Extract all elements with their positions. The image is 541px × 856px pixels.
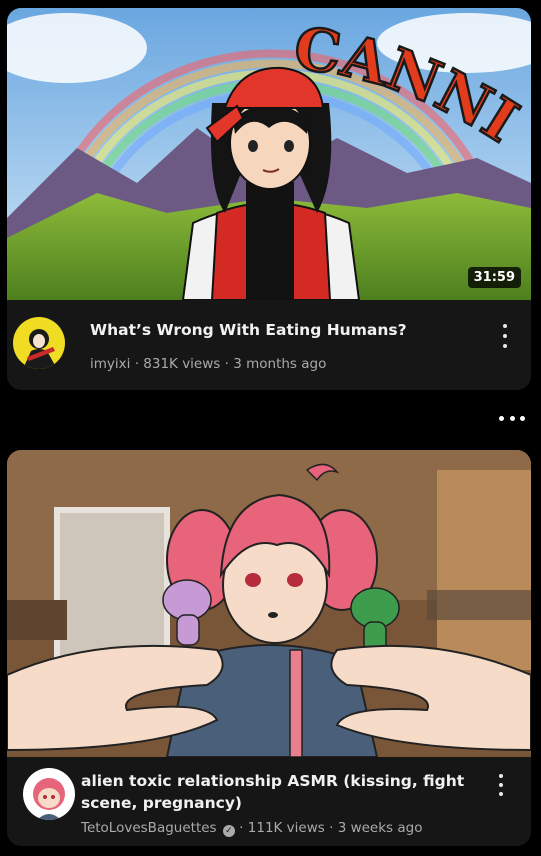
meta-separator: · <box>329 820 334 836</box>
upload-age: 3 weeks ago <box>337 820 423 836</box>
meta-separator: · <box>224 356 229 372</box>
video-thumbnail[interactable]: CANNIBALISM 31:59 <box>7 8 531 300</box>
upload-age: 3 months ago <box>233 356 327 372</box>
duration-badge: 31:59 <box>467 267 521 288</box>
video-title[interactable]: alien toxic relationship ASMR (kissing, … <box>81 770 481 814</box>
video-meta: TetoLovesBaguettes ✓ · 111K views · 3 we… <box>81 820 422 837</box>
meta-separator: · <box>239 820 244 836</box>
video-title[interactable]: What’s Wrong With Eating Humans? <box>90 319 470 341</box>
more-horizontal-icon[interactable] <box>499 416 525 422</box>
avatar-image <box>23 768 75 820</box>
channel-avatar[interactable] <box>13 317 65 369</box>
video-card[interactable]: CANNIBALISM 31:59 What’s Wrong With Eati… <box>7 8 531 390</box>
channel-name[interactable]: imyixi <box>90 356 130 372</box>
view-count: 111K views <box>247 820 325 836</box>
thumbnail-image: CANNIBALISM <box>7 8 531 300</box>
verified-check-icon: ✓ <box>222 825 235 837</box>
video-thumbnail[interactable] <box>7 450 531 757</box>
meta-separator: · <box>134 356 139 372</box>
thumbnail-image <box>7 450 531 757</box>
video-meta: imyixi · 831K views · 3 months ago <box>90 356 326 372</box>
view-count: 831K views <box>143 356 221 372</box>
channel-avatar[interactable] <box>23 768 75 820</box>
video-card[interactable]: alien toxic relationship ASMR (kissing, … <box>7 450 531 846</box>
channel-name[interactable]: TetoLovesBaguettes <box>81 820 217 836</box>
avatar-image <box>13 317 65 369</box>
kebab-menu-icon[interactable] <box>493 774 509 796</box>
kebab-menu-icon[interactable] <box>497 324 513 348</box>
